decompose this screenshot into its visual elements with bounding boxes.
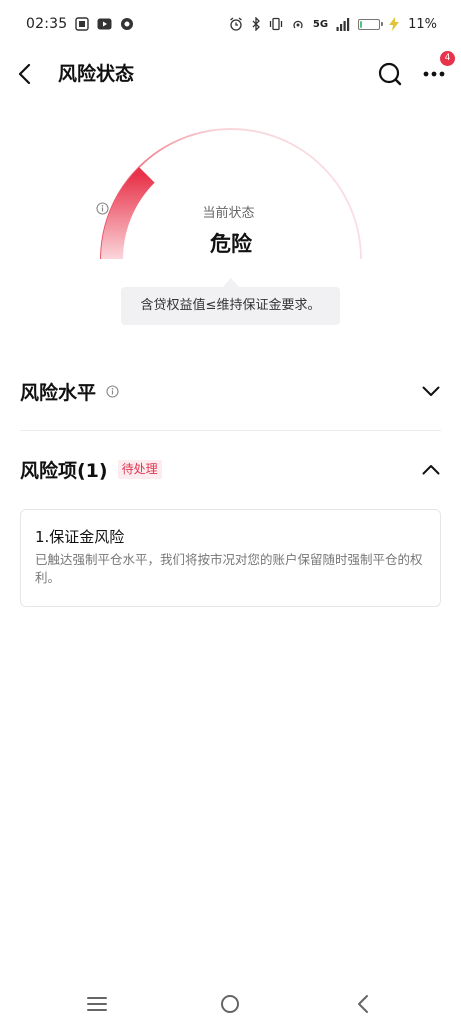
gauge-label-row: 当前状态 — [96, 202, 366, 221]
info-icon[interactable] — [106, 384, 119, 398]
status-bar-left: 02:35 — [26, 16, 134, 32]
risk-item-description: 已触达强制平仓水平，我们将按市况对您的账户保留随时强制平仓的权利。 — [35, 552, 423, 585]
more-dots-icon — [423, 71, 445, 77]
chevron-up-icon[interactable] — [421, 459, 441, 479]
system-nav-bar — [0, 984, 461, 1024]
risk-item-title: 1.保证金风险 — [35, 528, 125, 546]
header: 风险状态 — [0, 48, 461, 100]
risk-items-title: 风险项(1) — [20, 459, 108, 482]
notification-badge: 4 — [440, 51, 455, 66]
gauge-status-value: 危险 — [210, 232, 252, 256]
risk-level-section-header[interactable]: 风险水平 — [20, 362, 441, 420]
section-divider — [20, 430, 441, 431]
charging-icon — [388, 17, 400, 31]
menu-icon — [87, 997, 107, 1011]
status-tooltip: 含贷权益值≤维持保证金要求。 — [121, 287, 340, 325]
gallery-icon — [75, 17, 90, 31]
battery-percentage: 11% — [408, 16, 437, 32]
page-title: 风险状态 — [58, 63, 135, 85]
search-icon — [378, 62, 402, 86]
risk-gauge: 当前状态 危险 — [96, 124, 366, 269]
risk-items-section-header[interactable]: 风险项(1) 待处理 — [20, 440, 441, 498]
video-icon — [97, 18, 112, 30]
battery-fill — [360, 20, 363, 28]
nav-back-button[interactable] — [347, 988, 379, 1020]
back-icon — [358, 995, 368, 1013]
nav-menu-button[interactable] — [81, 988, 113, 1020]
risk-item-card: 1.保证金风险 已触达强制平仓水平，我们将按市况对您的账户保留随时强制平仓的权利… — [20, 509, 441, 607]
gauge-label: 当前状态 — [202, 206, 255, 221]
pending-badge: 待处理 — [117, 459, 162, 479]
search-button[interactable] — [374, 58, 406, 90]
status-bar: 02:35 5G 11% — [0, 0, 461, 48]
vibrate-icon — [269, 17, 283, 31]
app-icon — [120, 17, 134, 31]
back-button[interactable] — [10, 58, 42, 90]
status-bar-right: 5G 11% — [229, 17, 437, 32]
nav-home-button[interactable] — [214, 988, 246, 1020]
risk-level-title: 风险水平 — [20, 381, 97, 404]
status-time: 02:35 — [26, 16, 68, 32]
bluetooth-icon — [251, 17, 261, 31]
chevron-down-icon[interactable] — [421, 381, 441, 401]
battery-icon — [358, 18, 384, 30]
hotspot-icon — [291, 17, 305, 31]
signal-icon — [336, 17, 350, 31]
network-type: 5G — [312, 18, 329, 30]
home-icon — [221, 995, 239, 1013]
back-arrow-icon — [18, 63, 31, 85]
alarm-icon — [229, 17, 243, 31]
